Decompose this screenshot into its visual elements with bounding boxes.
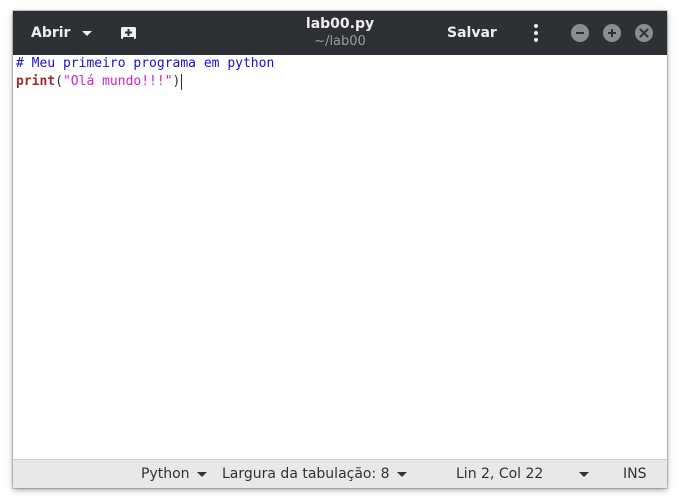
- chevron-down-icon: [579, 471, 589, 477]
- code-comment: # Meu primeiro programa em python: [16, 56, 275, 71]
- cursor-position[interactable]: Lin 2, Col 22: [456, 460, 543, 488]
- new-document-button[interactable]: [119, 24, 139, 42]
- code-line-2: print("Olá mundo!!!"): [16, 73, 183, 91]
- open-button-label: Abrir: [31, 25, 71, 41]
- chevron-down-icon: [396, 471, 407, 477]
- save-button[interactable]: Salvar: [447, 19, 497, 47]
- text-cursor: [181, 73, 183, 90]
- code-string: "Olá mundo!!!": [62, 74, 173, 89]
- text-editor-window: Abrir lab00.py ~/lab00 Salvar # Meu prim…: [13, 11, 667, 488]
- open-button[interactable]: Abrir: [31, 19, 93, 47]
- kebab-menu-icon: [534, 24, 538, 28]
- language-label: Python: [141, 466, 190, 482]
- tab-width-selector[interactable]: Largura da tabulação: 8: [222, 460, 407, 488]
- new-document-icon: [121, 27, 136, 39]
- cursor-position-label: Lin 2, Col 22: [456, 466, 544, 482]
- header-bar: Abrir lab00.py ~/lab00 Salvar: [13, 11, 667, 55]
- code-line-1: # Meu primeiro programa em python: [16, 55, 274, 73]
- insert-mode-label: INS: [623, 466, 647, 482]
- chevron-down-icon: [82, 30, 93, 36]
- minimize-icon: [576, 32, 584, 34]
- language-selector[interactable]: Python: [141, 460, 207, 488]
- code-keyword: print: [16, 74, 56, 89]
- code-open-paren: (: [55, 74, 63, 89]
- maximize-icon: [608, 29, 616, 37]
- chevron-down-icon: [196, 471, 207, 477]
- tab-width-label: Largura da tabulação: 8: [222, 466, 390, 482]
- minimize-button[interactable]: [571, 24, 589, 42]
- insert-mode-indicator: INS: [623, 460, 647, 488]
- code-editor[interactable]: # Meu primeiro programa em python print(…: [13, 55, 667, 459]
- kebab-menu-button[interactable]: [529, 23, 543, 43]
- maximize-button[interactable]: [603, 24, 621, 42]
- code-close-paren: ): [172, 74, 181, 89]
- document-title: lab00.py: [305, 16, 375, 32]
- position-menu-button[interactable]: [579, 460, 589, 488]
- status-bar: Python Largura da tabulação: 8 Lin 2, Co…: [13, 459, 667, 488]
- window-title: lab00.py ~/lab00: [240, 15, 440, 51]
- close-button[interactable]: [635, 24, 653, 42]
- close-icon: [639, 28, 649, 38]
- document-path: ~/lab00: [314, 34, 366, 49]
